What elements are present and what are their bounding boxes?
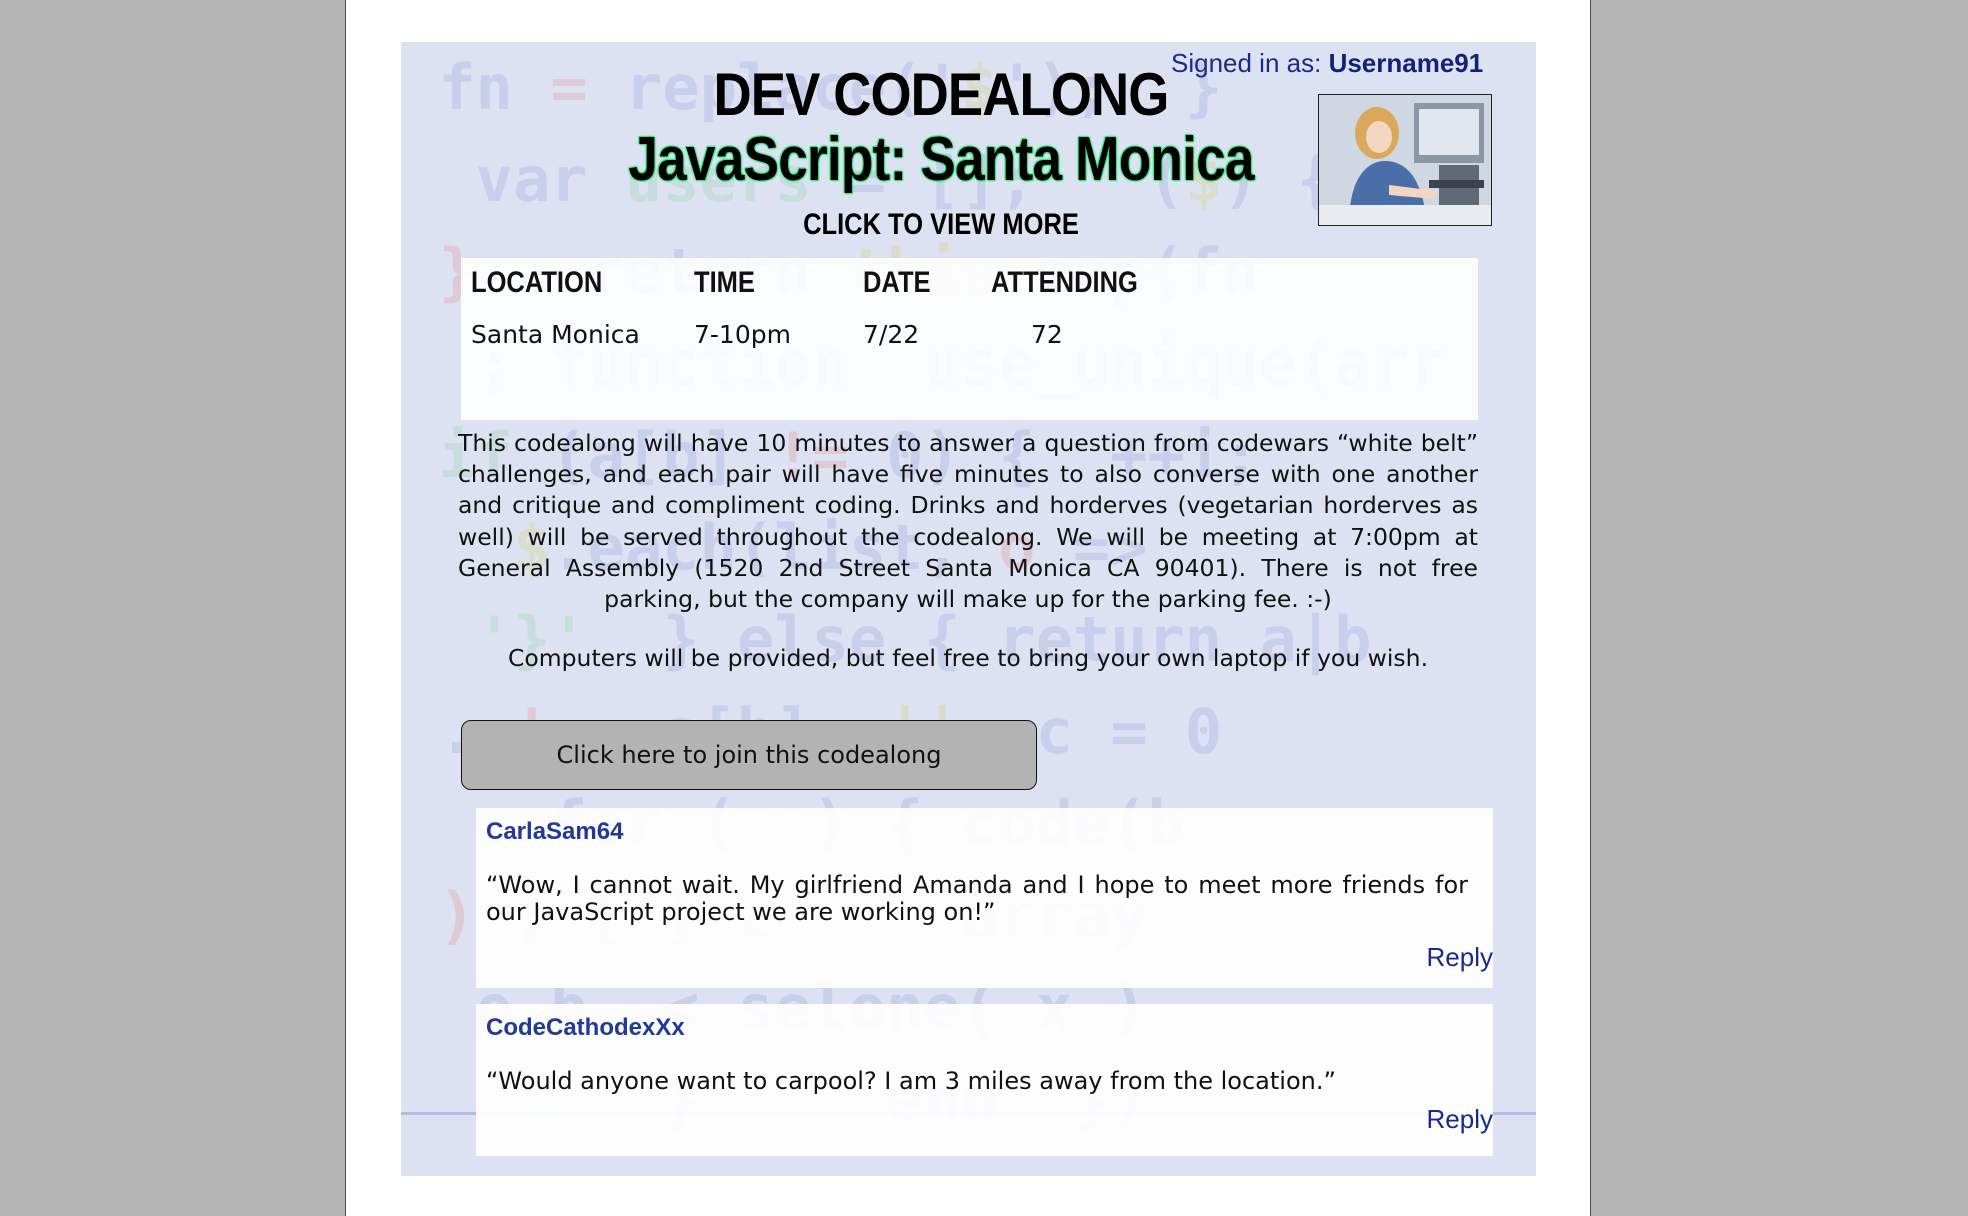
column-header-location: LOCATION	[471, 266, 603, 299]
view-more-link[interactable]: CLICK TO VIEW MORE	[729, 208, 1154, 242]
event-panel: fn = replace('$'); } var users = []; ($)…	[401, 42, 1536, 1176]
column-header-time: TIME	[694, 266, 755, 299]
time-value: 7-10pm	[694, 320, 791, 349]
page-title: DEV CODEALONG	[713, 61, 1169, 128]
reply-link[interactable]: Reply	[1427, 1104, 1493, 1135]
date-value: 7/22	[863, 320, 920, 349]
event-subtitle: JavaScript: Santa Monica	[628, 125, 1254, 194]
event-details-table: LOCATION TIME DATE ATTENDING Santa Monic…	[461, 258, 1478, 420]
location-value: Santa Monica	[471, 320, 640, 349]
column-header-date: DATE	[863, 266, 931, 299]
comment-card: CarlaSam64 “Wow, I cannot wait. My girlf…	[476, 808, 1493, 988]
comment-card: CodeCathodexXx “Would anyone want to car…	[476, 1004, 1493, 1156]
person-at-computer-icon	[1319, 95, 1491, 225]
comment-author[interactable]: CodeCathodexXx	[486, 1014, 685, 1042]
event-note: Computers will be provided, but feel fre…	[507, 644, 1429, 672]
attending-count: 72	[1031, 320, 1063, 349]
username-link[interactable]: Username91	[1329, 48, 1484, 78]
reply-link[interactable]: Reply	[1427, 942, 1493, 973]
page-container: fn = replace('$'); } var users = []; ($)…	[345, 0, 1591, 1216]
comment-text: “Wow, I cannot wait. My girlfriend Amand…	[486, 871, 1468, 926]
event-photo	[1318, 94, 1492, 226]
event-description: This codealong will have 10 minutes to a…	[458, 429, 1478, 614]
join-codealong-button[interactable]: Click here to join this codealong	[461, 720, 1037, 790]
comment-text: “Would anyone want to carpool? I am 3 mi…	[486, 1067, 1336, 1095]
column-header-attending: ATTENDING	[991, 266, 1138, 299]
comment-author[interactable]: CarlaSam64	[486, 818, 623, 846]
